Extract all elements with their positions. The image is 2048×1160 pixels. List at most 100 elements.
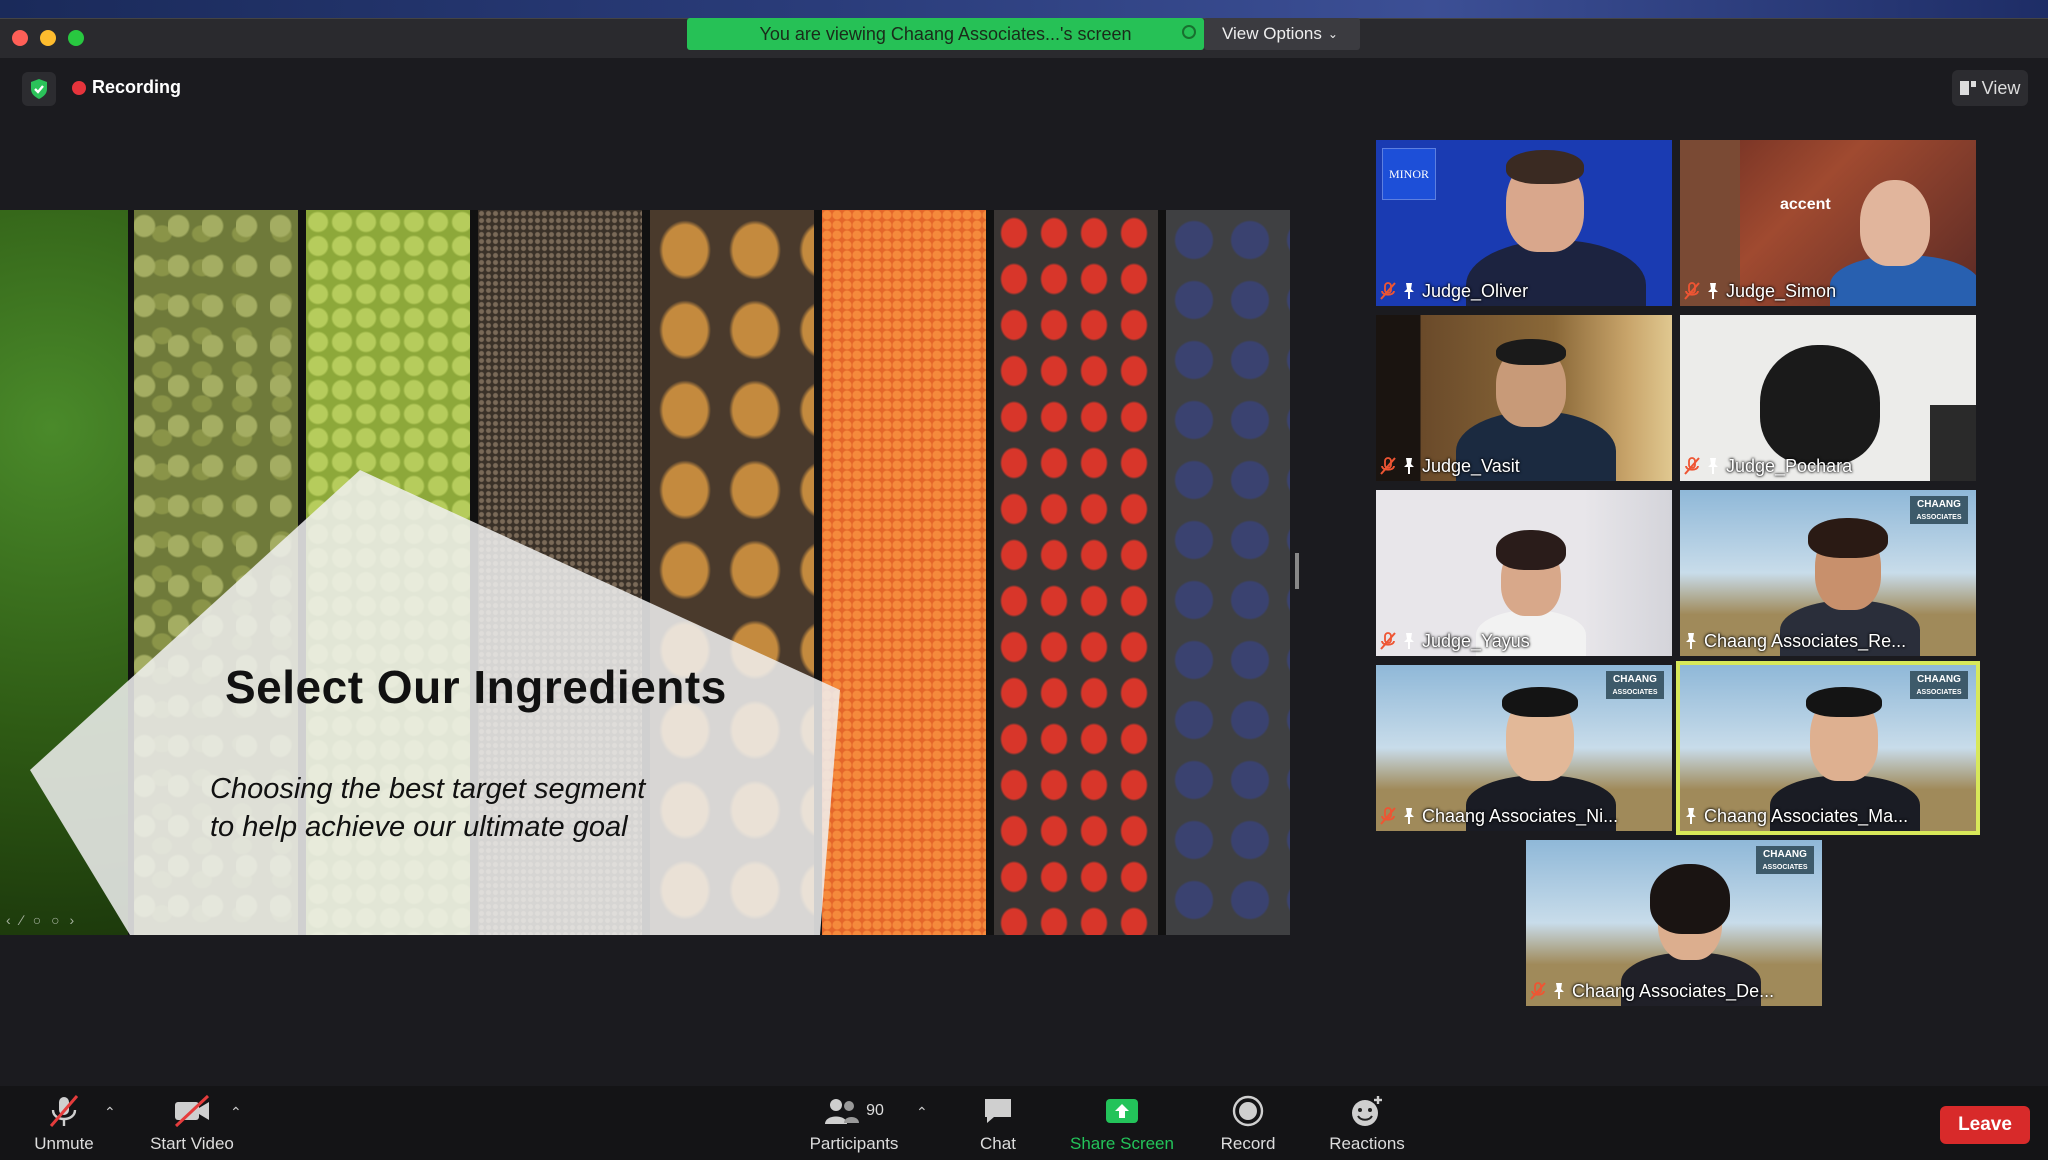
pin-icon (1404, 458, 1414, 474)
unmute-label: Unmute (34, 1134, 94, 1153)
gallery-view-icon (1959, 81, 1976, 95)
pin-icon (1708, 458, 1718, 474)
chaang-logo: CHAANG ASSOCIATES (1756, 846, 1814, 874)
maximize-window-button[interactable] (68, 30, 84, 46)
participant-name: Chaang Associates_Ma... (1704, 805, 1909, 826)
view-button-label: View (1981, 77, 2021, 98)
chat-icon (985, 1099, 1011, 1123)
participant-name: Chaang Associates_Re... (1704, 630, 1907, 651)
muted-mic-icon (1380, 632, 1396, 650)
participants-options-caret-icon[interactable]: ⌃ (916, 1104, 928, 1121)
view-layout-button[interactable]: View (1952, 70, 2028, 106)
record-icon (1232, 1095, 1264, 1127)
muted-mic-icon (1380, 807, 1396, 825)
video-tile-judge-oliver[interactable]: MINOR Judge_Oliver (1376, 140, 1672, 306)
video-tile-judge-pochara[interactable]: Judge_Pochara (1680, 315, 1976, 481)
participant-label: Chaang Associates_Ma... (1684, 803, 1908, 829)
slide-navigation-controls[interactable]: ‹ ∕ ○ ○ › (6, 912, 77, 928)
panel-resize-handle[interactable] (1295, 553, 1299, 589)
chaang-logo: CHAANG ASSOCIATES (1606, 671, 1664, 699)
participant-name: Chaang Associates_Ni... (1422, 805, 1619, 826)
pin-icon (1554, 983, 1564, 999)
muted-microphone-icon (49, 1095, 79, 1127)
share-screen-label: Share Screen (1070, 1134, 1174, 1153)
chat-button[interactable]: Chat (974, 1094, 1022, 1154)
close-window-button[interactable] (12, 30, 28, 46)
start-video-button[interactable]: Start Video (146, 1094, 238, 1154)
muted-mic-icon (1380, 282, 1396, 300)
muted-mic-icon (1684, 282, 1700, 300)
video-tile-chaang-ma-active-speaker[interactable]: CHAANG ASSOCIATES Chaang Associates_Ma... (1676, 661, 1980, 835)
accenture-sign: accent (1780, 196, 1831, 213)
view-options-button[interactable]: View Options ⌄ (1204, 18, 1360, 50)
pin-icon (1404, 633, 1414, 649)
participant-name: Judge_Pochara (1726, 455, 1853, 476)
participant-label: Judge_Oliver (1380, 278, 1528, 304)
slide-subtitle-line1: Choosing the best target segment (210, 773, 646, 805)
video-tile-chaang-ni[interactable]: CHAANG ASSOCIATES Chaang Associates_Ni... (1376, 665, 1672, 831)
muted-mic-icon (1530, 982, 1546, 1000)
share-status-icon (1182, 25, 1196, 39)
pin-icon (1708, 283, 1718, 299)
audio-options-caret-icon[interactable]: ⌃ (104, 1104, 116, 1121)
minimize-window-button[interactable] (40, 30, 56, 46)
pin-icon (1686, 808, 1696, 824)
participant-label: Judge_Yayus (1380, 628, 1530, 654)
unmute-button[interactable]: Unmute (32, 1094, 96, 1154)
video-off-icon (174, 1094, 210, 1128)
video-options-caret-icon[interactable]: ⌃ (230, 1104, 242, 1121)
participant-name: Judge_Vasit (1422, 455, 1520, 476)
participants-button[interactable]: 90 Participants (806, 1094, 902, 1154)
share-screen-icon (1106, 1099, 1138, 1123)
view-options-label: View Options (1222, 24, 1322, 43)
meeting-toolbar (0, 1086, 2048, 1160)
participant-label: Judge_Pochara (1684, 453, 1852, 479)
participant-count: 90 (866, 1102, 884, 1119)
participants-icon (825, 1099, 860, 1124)
slide-subtitle: Choosing the best target segment to help… (210, 770, 730, 846)
participant-label: Judge_Vasit (1380, 453, 1520, 479)
video-tile-judge-simon[interactable]: accent Judge_Simon (1680, 140, 1976, 306)
security-shield-icon[interactable] (22, 72, 56, 106)
desktop-background (0, 0, 2048, 18)
reactions-smiley-icon (1352, 1096, 1382, 1126)
muted-mic-icon (1684, 457, 1700, 475)
slide-subtitle-line2: to help achieve our ultimate goal (210, 811, 628, 843)
participant-name: Judge_Simon (1726, 280, 1837, 301)
record-label: Record (1220, 1134, 1276, 1153)
pin-icon (1404, 808, 1414, 824)
participants-label: Participants (809, 1134, 899, 1153)
participant-label: Chaang Associates_Ni... (1380, 803, 1618, 829)
muted-mic-icon (1380, 457, 1396, 475)
minor-logo: MINOR (1382, 148, 1436, 200)
start-video-label: Start Video (150, 1134, 234, 1153)
video-tile-chaang-re[interactable]: CHAANG ASSOCIATES Chaang Associates_Re... (1680, 490, 1976, 656)
chevron-down-icon: ⌄ (1327, 27, 1338, 41)
leave-meeting-button[interactable]: Leave (1940, 1106, 2030, 1144)
shared-screen-slide: Select Our Ingredients Choosing the best… (0, 210, 1290, 935)
reactions-label: Reactions (1329, 1134, 1405, 1153)
reactions-button[interactable]: Reactions (1326, 1094, 1408, 1154)
recording-label: Recording (92, 77, 182, 97)
pin-icon (1686, 633, 1696, 649)
share-banner-text: You are viewing Chaang Associates...'s s… (759, 23, 1132, 44)
participant-name: Judge_Yayus (1422, 630, 1530, 651)
chaang-logo: CHAANG ASSOCIATES (1910, 671, 1968, 699)
participant-name: Judge_Oliver (1422, 280, 1529, 301)
video-tile-judge-yayus[interactable]: Judge_Yayus (1376, 490, 1672, 656)
screen-share-banner: You are viewing Chaang Associates...'s s… (687, 18, 1204, 50)
pin-icon (1404, 283, 1414, 299)
video-tile-chaang-de[interactable]: CHAANG ASSOCIATES Chaang Associates_De... (1526, 840, 1822, 1006)
participant-name: Chaang Associates_De... (1572, 980, 1775, 1001)
slide-title: Select Our Ingredients (225, 661, 727, 713)
chat-label: Chat (980, 1134, 1016, 1153)
recording-indicator-icon (72, 81, 86, 95)
participant-label: Chaang Associates_De... (1530, 978, 1774, 1004)
chaang-logo: CHAANG ASSOCIATES (1910, 496, 1968, 524)
record-button[interactable]: Record (1216, 1094, 1280, 1154)
participant-label: Judge_Simon (1684, 278, 1836, 304)
share-screen-button[interactable]: Share Screen (1066, 1094, 1178, 1154)
video-tile-judge-vasit[interactable]: Judge_Vasit (1376, 315, 1672, 481)
leave-label: Leave (1958, 1114, 2012, 1135)
participant-label: Chaang Associates_Re... (1684, 628, 1906, 654)
